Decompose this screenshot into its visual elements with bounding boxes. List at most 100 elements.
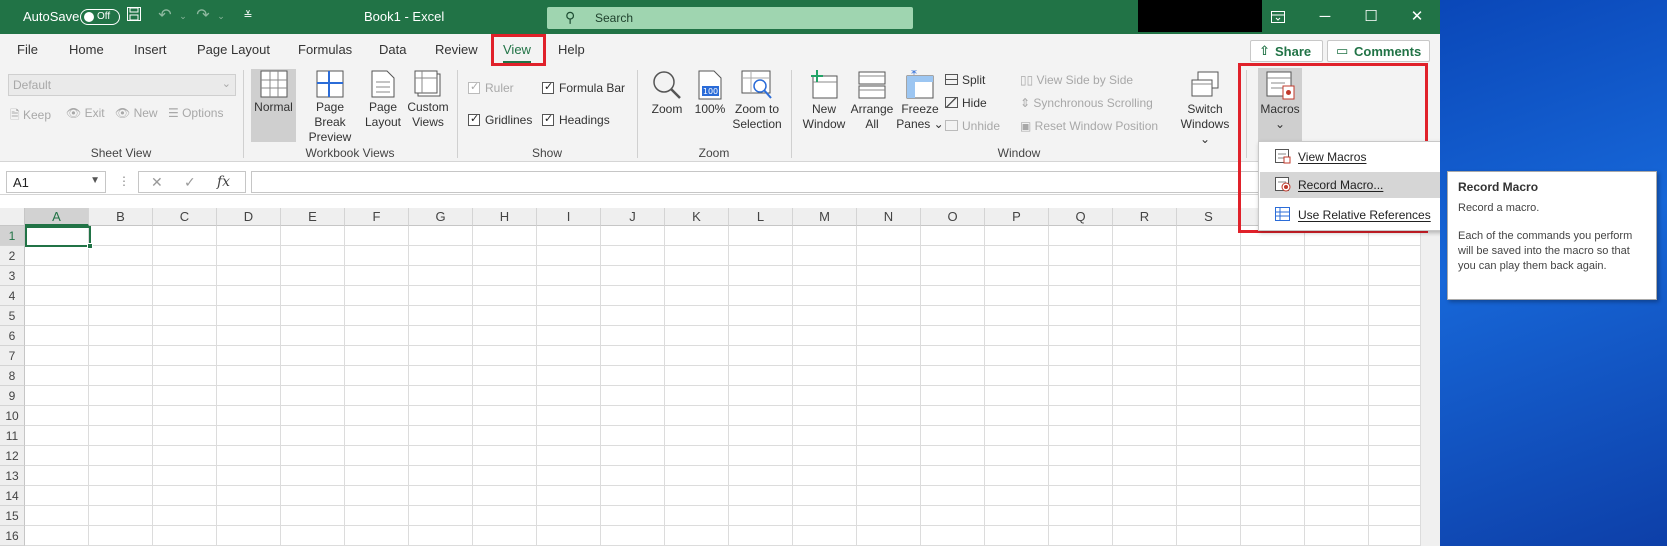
insert-function-icon[interactable]: fx — [217, 174, 230, 190]
ribbon-display-options-icon[interactable] — [1263, 5, 1293, 29]
record-macro-item[interactable]: Record Macro... — [1260, 172, 1440, 198]
view-macros-item[interactable]: View Macros — [1260, 144, 1440, 170]
record-macro-tooltip: Record Macro Record a macro. Each of the… — [1447, 171, 1657, 300]
tab-data[interactable]: Data — [379, 42, 406, 57]
column-header[interactable]: C — [153, 208, 217, 226]
gridline — [25, 385, 1420, 386]
sheet-view-dropdown[interactable]: Default ⌄ — [8, 74, 236, 96]
row-header[interactable]: 10 — [0, 406, 25, 426]
row-header[interactable]: 3 — [0, 266, 25, 286]
redo-dropdown-icon[interactable]: ⌄ — [211, 6, 231, 26]
column-header[interactable]: O — [921, 208, 985, 226]
row-header[interactable]: 16 — [0, 526, 25, 546]
comments-button[interactable]: ▭ Comments — [1327, 40, 1430, 62]
exit-button[interactable]: 👁 Exit — [66, 106, 105, 120]
undo-icon[interactable]: ↶ — [155, 6, 175, 26]
hide-button[interactable]: Hide — [945, 96, 987, 110]
use-relative-references-item[interactable]: Use Relative References — [1260, 202, 1440, 228]
undo-dropdown-icon[interactable]: ⌄ — [173, 6, 193, 26]
column-header[interactable]: H — [473, 208, 537, 226]
column-header[interactable]: E — [281, 208, 345, 226]
cancel-icon[interactable]: ✕ — [151, 174, 163, 191]
row-header[interactable]: 7 — [0, 346, 25, 366]
column-header[interactable]: Q — [1049, 208, 1113, 226]
row-header[interactable]: 1 — [0, 226, 25, 246]
worksheet-grid[interactable]: ABCDEFGHIJKLMNOPQRSTUV 12345678910111213… — [0, 208, 1440, 546]
tab-home[interactable]: Home — [69, 42, 104, 57]
minimize-button[interactable]: ─ — [1310, 5, 1340, 29]
options-button[interactable]: ☰ Options — [168, 106, 223, 120]
new-sheet-view-button[interactable]: 👁 New — [115, 106, 158, 120]
close-button[interactable]: ✕ — [1402, 5, 1432, 29]
row-header[interactable]: 13 — [0, 466, 25, 486]
autosave-toggle[interactable]: Off — [80, 9, 120, 25]
group-label-sheet-view: Sheet View — [90, 146, 152, 160]
column-header[interactable]: S — [1177, 208, 1241, 226]
redo-icon[interactable]: ↷ — [193, 6, 213, 26]
new-window-button[interactable]: New Window — [800, 70, 848, 132]
page-break-preview-button[interactable]: Page Break Preview — [299, 70, 361, 145]
column-header[interactable]: G — [409, 208, 473, 226]
tab-review[interactable]: Review — [435, 42, 478, 57]
row-header[interactable]: 6 — [0, 326, 25, 346]
row-header[interactable]: 4 — [0, 286, 25, 306]
search-box[interactable]: ⚲ Search — [547, 7, 913, 29]
view-macros-icon — [1275, 149, 1291, 164]
tab-help[interactable]: Help — [558, 42, 585, 57]
row-header[interactable]: 2 — [0, 246, 25, 266]
reset-window-position-button[interactable]: ▣ Reset Window Position — [1020, 119, 1158, 133]
arrange-all-button[interactable]: Arrange All — [848, 70, 896, 132]
row-header[interactable]: 5 — [0, 306, 25, 326]
column-header[interactable]: D — [217, 208, 281, 226]
tab-file[interactable]: File — [17, 42, 38, 57]
row-header[interactable]: 14 — [0, 486, 25, 506]
column-header[interactable]: L — [729, 208, 793, 226]
share-button[interactable]: ⇧ Share — [1250, 40, 1323, 62]
row-header[interactable]: 11 — [0, 426, 25, 446]
view-side-by-side-button[interactable]: ▯▯ View Side by Side — [1020, 73, 1133, 87]
column-header[interactable]: K — [665, 208, 729, 226]
tab-insert[interactable]: Insert — [134, 42, 167, 57]
freeze-panes-button[interactable]: * Freeze Panes ⌄ — [896, 70, 944, 132]
custom-views-button[interactable]: Custom Views — [405, 70, 451, 130]
name-box[interactable]: A1 ▼ — [6, 171, 106, 193]
column-header[interactable]: F — [345, 208, 409, 226]
ruler-checkbox[interactable]: Ruler — [468, 80, 514, 95]
zoom-button[interactable]: Zoom — [648, 70, 686, 117]
column-header[interactable]: M — [793, 208, 857, 226]
tab-formulas[interactable]: Formulas — [298, 42, 352, 57]
page-layout-button[interactable]: Page Layout — [361, 70, 405, 130]
column-header[interactable]: J — [601, 208, 665, 226]
column-header[interactable]: B — [89, 208, 153, 226]
column-header[interactable]: I — [537, 208, 601, 226]
keep-button[interactable]: 🗎 Keep — [10, 106, 51, 127]
split-button[interactable]: Split — [945, 73, 985, 87]
column-header[interactable]: P — [985, 208, 1049, 226]
column-header[interactable]: R — [1113, 208, 1177, 226]
gridline — [25, 505, 1420, 506]
formula-bar-checkbox[interactable]: Formula Bar — [542, 80, 625, 95]
switch-windows-button[interactable]: Switch Windows ⌄ — [1175, 70, 1235, 147]
unhide-icon — [945, 120, 958, 131]
unhide-button[interactable]: Unhide — [945, 119, 1000, 133]
headings-checkbox[interactable]: Headings — [542, 112, 610, 127]
row-header[interactable]: 8 — [0, 366, 25, 386]
customize-qat-icon[interactable]: ≚ — [238, 6, 258, 26]
column-header[interactable]: A — [25, 208, 89, 226]
row-header[interactable]: 9 — [0, 386, 25, 406]
vertical-scrollbar[interactable] — [1420, 226, 1440, 546]
tab-page-layout[interactable]: Page Layout — [197, 42, 270, 57]
synchronous-scrolling-button[interactable]: ⇕ Synchronous Scrolling — [1020, 96, 1153, 110]
row-header[interactable]: 15 — [0, 506, 25, 526]
zoom-100-button[interactable]: 100 100% — [690, 70, 730, 117]
select-all-corner[interactable] — [0, 208, 25, 226]
row-header[interactable]: 12 — [0, 446, 25, 466]
enter-icon[interactable]: ✓ — [184, 174, 196, 191]
maximize-button[interactable]: ☐ — [1356, 5, 1386, 29]
zoom-to-selection-button[interactable]: Zoom to Selection — [730, 70, 784, 132]
active-cell[interactable] — [25, 226, 93, 249]
normal-view-button[interactable]: Normal — [251, 70, 296, 115]
save-icon[interactable] — [124, 6, 144, 28]
gridlines-checkbox[interactable]: Gridlines — [468, 112, 532, 127]
column-header[interactable]: N — [857, 208, 921, 226]
